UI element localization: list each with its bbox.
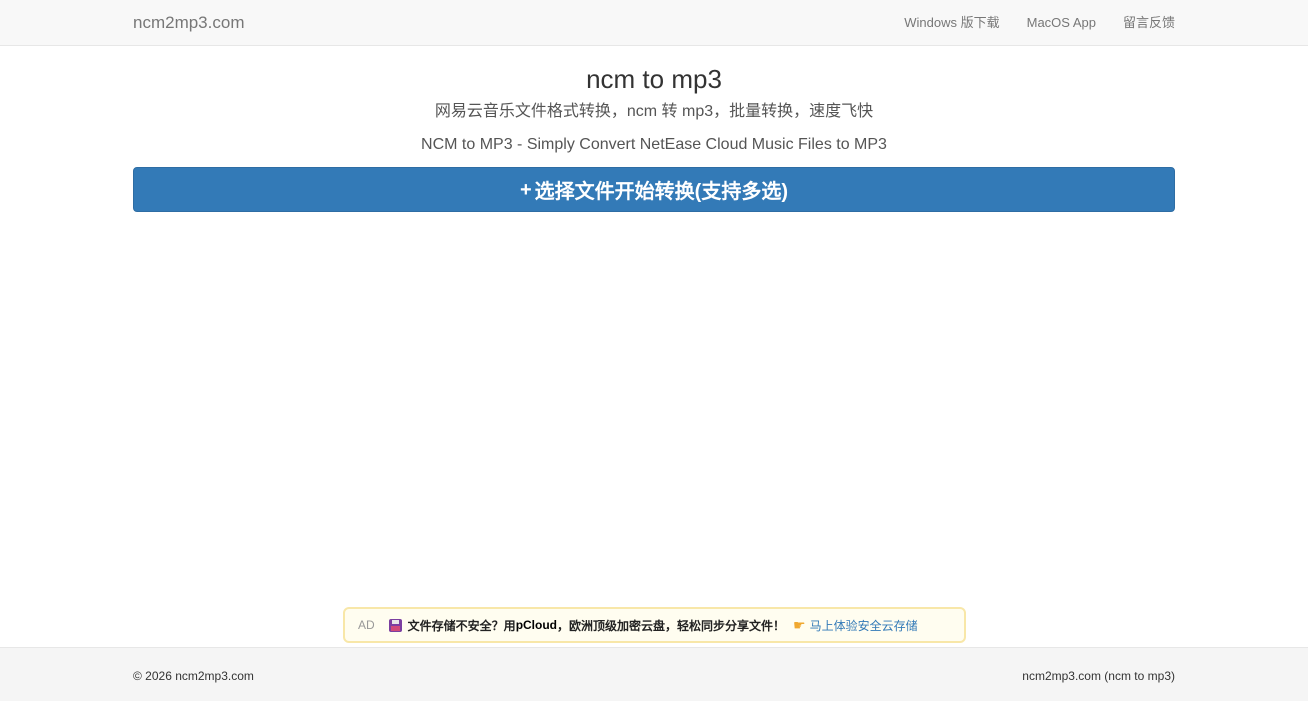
ad-text-before: 文件存储不安全？用 — [407, 618, 516, 633]
select-files-convert-button[interactable]: + 选择文件开始转换(支持多选) — [133, 167, 1175, 212]
ad-text-after: ，欧洲顶级加密云盘，轻松同步分享文件！ — [557, 618, 786, 633]
subtitle-english: NCM to MP3 - Simply Convert NetEase Clou… — [421, 136, 887, 153]
nav-links: Windows 版下载 MacOS App 留言反馈 — [904, 14, 1175, 32]
nav-link-macos-app[interactable]: MacOS App — [1027, 14, 1096, 32]
footer-site-name: ncm2mp3.com (ncm to mp3) — [1022, 669, 1175, 683]
floppy-disk-icon — [388, 618, 402, 632]
pointing-hand-icon: ☛ — [793, 616, 806, 633]
page-title: ncm to mp3 — [586, 64, 722, 94]
nav-link-feedback[interactable]: 留言反馈 — [1123, 14, 1175, 32]
ad-brand: pCloud — [515, 618, 558, 632]
brand-link[interactable]: ncm2mp3.com — [133, 13, 244, 33]
main-content: ncm to mp3 网易云音乐文件格式转换，ncm 转 mp3，批量转换，速度… — [133, 46, 1175, 212]
footer: © 2026 ncm2mp3.com ncm2mp3.com (ncm to m… — [0, 647, 1308, 701]
ad-banner[interactable]: AD 文件存储不安全？用 pCloud ，欧洲顶级加密云盘，轻松同步分享文件！ … — [343, 607, 966, 643]
top-navbar: ncm2mp3.com Windows 版下载 MacOS App 留言反馈 — [0, 0, 1308, 46]
footer-copyright: © 2026 ncm2mp3.com — [133, 669, 254, 683]
nav-link-windows-download[interactable]: Windows 版下载 — [904, 14, 999, 32]
plus-icon: + — [519, 178, 532, 201]
ad-link[interactable]: 马上体验安全云存储 — [810, 617, 918, 634]
ad-tag: AD — [358, 618, 375, 632]
subtitle-chinese: 网易云音乐文件格式转换，ncm 转 mp3，批量转换，速度飞快 — [434, 103, 874, 120]
convert-button-label: 选择文件开始转换(支持多选) — [534, 181, 788, 203]
